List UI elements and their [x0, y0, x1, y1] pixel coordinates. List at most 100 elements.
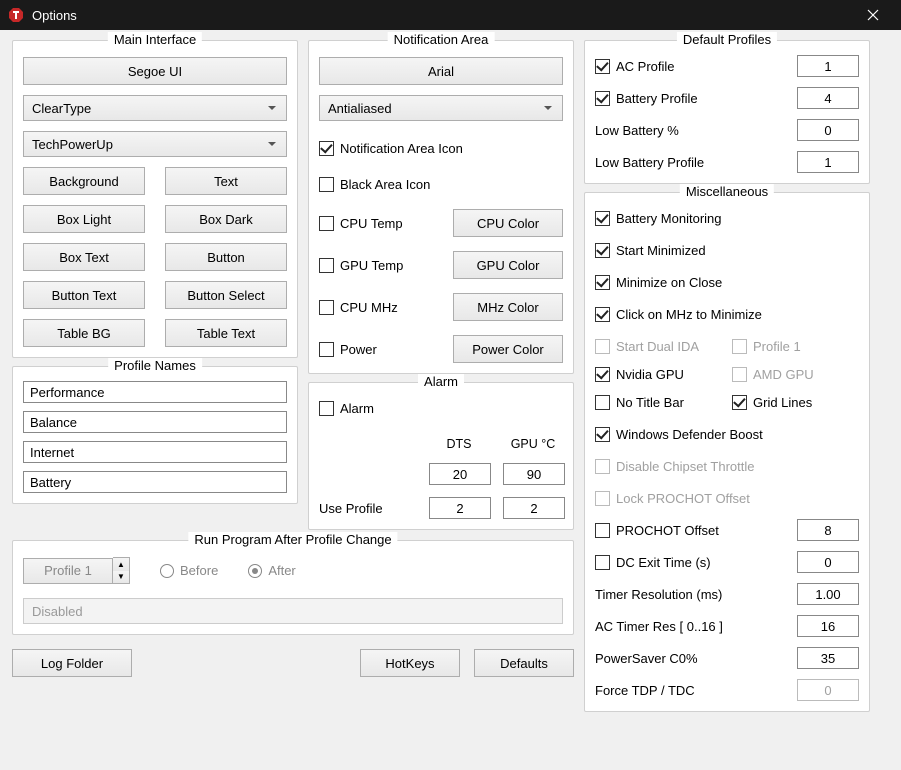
checkbox-icon — [595, 459, 610, 474]
low-battery-profile-label: Low Battery Profile — [595, 155, 783, 170]
run-program-path[interactable]: Disabled — [23, 598, 563, 624]
checkbox-icon — [595, 211, 610, 226]
powersaver-value[interactable]: 35 — [797, 647, 859, 669]
low-battery-profile-value[interactable]: 1 — [797, 151, 859, 173]
gpu-value[interactable]: 90 — [503, 463, 565, 485]
battery-monitoring-check[interactable]: Battery Monitoring — [595, 207, 859, 229]
label: Profile 1 — [753, 339, 801, 354]
battery-profile-value[interactable]: 4 — [797, 87, 859, 109]
profile-name-3[interactable]: Internet — [23, 441, 287, 463]
label: Nvidia GPU — [616, 367, 684, 382]
label: Click on MHz to Minimize — [616, 307, 762, 322]
brand-select[interactable]: TechPowerUp — [23, 131, 287, 157]
checkbox-icon — [595, 339, 610, 354]
minimize-on-close-check[interactable]: Minimize on Close — [595, 271, 859, 293]
close-button[interactable] — [853, 0, 893, 30]
checkbox-icon — [595, 243, 610, 258]
label: Battery Profile — [616, 91, 698, 106]
alarm-check[interactable]: Alarm — [319, 397, 563, 419]
dc-exit-check[interactable]: DC Exit Time (s) — [595, 551, 783, 573]
miscellaneous-group: Miscellaneous Battery Monitoring Start M… — [584, 192, 870, 712]
win-defender-check[interactable]: Windows Defender Boost — [595, 423, 859, 445]
timer-res-label: Timer Resolution (ms) — [595, 587, 783, 602]
power-check[interactable]: Power — [319, 338, 377, 360]
label: Before — [180, 563, 218, 578]
hotkeys-button[interactable]: HotKeys — [360, 649, 460, 677]
box-text-button[interactable]: Box Text — [23, 243, 145, 271]
label: PROCHOT Offset — [616, 523, 719, 538]
label: Start Dual IDA — [616, 339, 699, 354]
notif-icon-check[interactable]: Notification Area Icon — [319, 137, 563, 159]
ac-profile-check[interactable]: AC Profile — [595, 55, 783, 77]
aa-mode-value: Antialiased — [328, 101, 392, 116]
box-dark-button[interactable]: Box Dark — [165, 205, 287, 233]
timer-res-value[interactable]: 1.00 — [797, 583, 859, 605]
label: After — [268, 563, 295, 578]
table-bg-button[interactable]: Table BG — [23, 319, 145, 347]
button-select-button[interactable]: Button Select — [165, 281, 287, 309]
ac-timer-label: AC Timer Res [ 0..16 ] — [595, 619, 783, 634]
start-minimized-check[interactable]: Start Minimized — [595, 239, 859, 261]
power-color-button[interactable]: Power Color — [453, 335, 563, 363]
defaults-button[interactable]: Defaults — [474, 649, 574, 677]
label: CPU Temp — [340, 216, 403, 231]
lock-prochot-check: Lock PROCHOT Offset — [595, 487, 859, 509]
button-text-button[interactable]: Button Text — [23, 281, 145, 309]
checkbox-icon — [595, 523, 610, 538]
gpu-temp-check[interactable]: GPU Temp — [319, 254, 403, 276]
mhz-color-button[interactable]: MHz Color — [453, 293, 563, 321]
profile-spinner[interactable]: Profile 1 ▲▼ — [23, 557, 130, 584]
prochot-offset-check[interactable]: PROCHOT Offset — [595, 519, 783, 541]
background-button[interactable]: Background — [23, 167, 145, 195]
render-mode-select[interactable]: ClearType — [23, 95, 287, 121]
dts-profile[interactable]: 2 — [429, 497, 491, 519]
ac-profile-value[interactable]: 1 — [797, 55, 859, 77]
label: Black Area Icon — [340, 177, 430, 192]
gpu-color-button[interactable]: GPU Color — [453, 251, 563, 279]
profile-name-1[interactable]: Performance — [23, 381, 287, 403]
ui-font-button[interactable]: Segoe UI — [23, 57, 287, 85]
start-dual-ida-check: Start Dual IDA — [595, 335, 722, 357]
log-folder-button[interactable]: Log Folder — [12, 649, 132, 677]
group-title: Default Profiles — [677, 32, 777, 47]
dc-exit-value[interactable]: 0 — [797, 551, 859, 573]
label: Alarm — [340, 401, 374, 416]
label: Minimize on Close — [616, 275, 722, 290]
checkbox-icon — [319, 300, 334, 315]
profile-name-2[interactable]: Balance — [23, 411, 287, 433]
group-title: Miscellaneous — [680, 184, 774, 199]
profile-name-4[interactable]: Battery — [23, 471, 287, 493]
button-color-button[interactable]: Button — [165, 243, 287, 271]
grid-lines-check[interactable]: Grid Lines — [732, 391, 859, 413]
cpu-color-button[interactable]: CPU Color — [453, 209, 563, 237]
na-font-button[interactable]: Arial — [319, 57, 563, 85]
low-battery-pct-value[interactable]: 0 — [797, 119, 859, 141]
box-light-button[interactable]: Box Light — [23, 205, 145, 233]
checkbox-icon — [319, 141, 334, 156]
after-radio[interactable]: After — [248, 563, 295, 578]
low-battery-pct-label: Low Battery % — [595, 123, 783, 138]
before-radio[interactable]: Before — [160, 563, 218, 578]
dts-header: DTS — [429, 437, 489, 451]
black-icon-check[interactable]: Black Area Icon — [319, 173, 563, 195]
ac-timer-value[interactable]: 16 — [797, 615, 859, 637]
spinner-up-icon[interactable]: ▲ — [113, 558, 129, 571]
dts-value[interactable]: 20 — [429, 463, 491, 485]
click-mhz-check[interactable]: Click on MHz to Minimize — [595, 303, 859, 325]
label: AC Profile — [616, 59, 675, 74]
checkbox-icon — [595, 555, 610, 570]
checkbox-icon — [595, 59, 610, 74]
spinner-down-icon[interactable]: ▼ — [113, 571, 129, 584]
cpu-mhz-check[interactable]: CPU MHz — [319, 296, 398, 318]
nvidia-gpu-check[interactable]: Nvidia GPU — [595, 363, 722, 385]
aa-mode-select[interactable]: Antialiased — [319, 95, 563, 121]
text-button[interactable]: Text — [165, 167, 287, 195]
prochot-offset-value[interactable]: 8 — [797, 519, 859, 541]
table-text-button[interactable]: Table Text — [165, 319, 287, 347]
no-title-bar-check[interactable]: No Title Bar — [595, 391, 722, 413]
label: DC Exit Time (s) — [616, 555, 711, 570]
gpu-profile[interactable]: 2 — [503, 497, 565, 519]
render-mode-value: ClearType — [32, 101, 91, 116]
cpu-temp-check[interactable]: CPU Temp — [319, 212, 403, 234]
battery-profile-check[interactable]: Battery Profile — [595, 87, 783, 109]
